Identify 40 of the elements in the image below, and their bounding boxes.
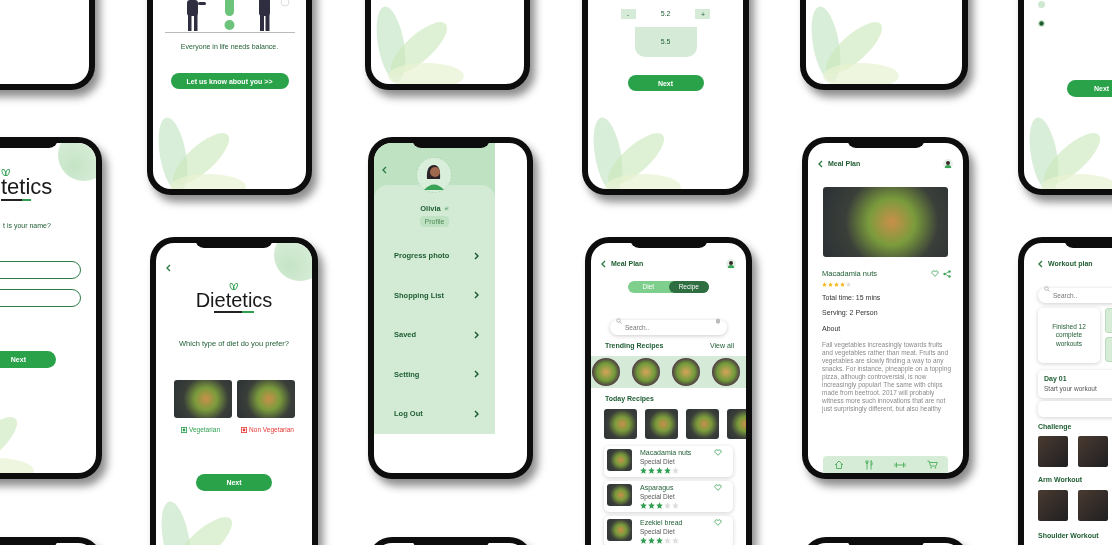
photo-placeholder (592, 358, 620, 386)
share-icon[interactable] (943, 269, 951, 278)
checkbox-icon[interactable] (180, 426, 187, 433)
back-icon[interactable] (1038, 260, 1043, 268)
photo-placeholder (1078, 436, 1108, 468)
radio-button[interactable] (1038, 1, 1045, 8)
photo-placeholder (712, 358, 740, 386)
leaf-icon (1, 169, 10, 176)
photo-placeholder (173, 380, 232, 418)
chevron-right-icon[interactable] (474, 409, 479, 418)
app-logo: Dietetics (195, 290, 273, 310)
back-icon[interactable] (601, 260, 606, 268)
photo-placeholder (672, 358, 700, 386)
chevron-right-icon[interactable] (474, 330, 479, 339)
back-icon[interactable] (382, 165, 387, 174)
photo-placeholder (632, 358, 660, 386)
back-icon[interactable] (818, 160, 823, 168)
photo-placeholder (607, 449, 632, 472)
photo-placeholder (607, 519, 632, 542)
leaf-icon (229, 283, 239, 290)
search-icon (616, 317, 622, 324)
avatar-icon[interactable] (943, 159, 953, 169)
radio-button[interactable] (1038, 20, 1045, 27)
avatar-icon[interactable] (726, 259, 736, 269)
photo-placeholder (236, 380, 295, 418)
photo-placeholder (1038, 436, 1068, 468)
chevron-right-icon[interactable] (474, 370, 479, 379)
chevron-right-icon[interactable] (474, 291, 479, 300)
checkbox-icon[interactable] (241, 426, 248, 433)
verified-icon (443, 206, 449, 211)
back-icon[interactable] (166, 263, 171, 272)
photo-placeholder (1038, 489, 1068, 521)
search-icon (1044, 285, 1050, 292)
photo-placeholder (686, 409, 719, 440)
photo-placeholder (604, 409, 637, 440)
app-logo: tetics (1, 176, 53, 198)
photo-placeholder (607, 484, 632, 507)
chevron-right-icon[interactable] (474, 251, 479, 260)
photo-placeholder (645, 409, 678, 440)
photo-placeholder (1078, 489, 1108, 521)
